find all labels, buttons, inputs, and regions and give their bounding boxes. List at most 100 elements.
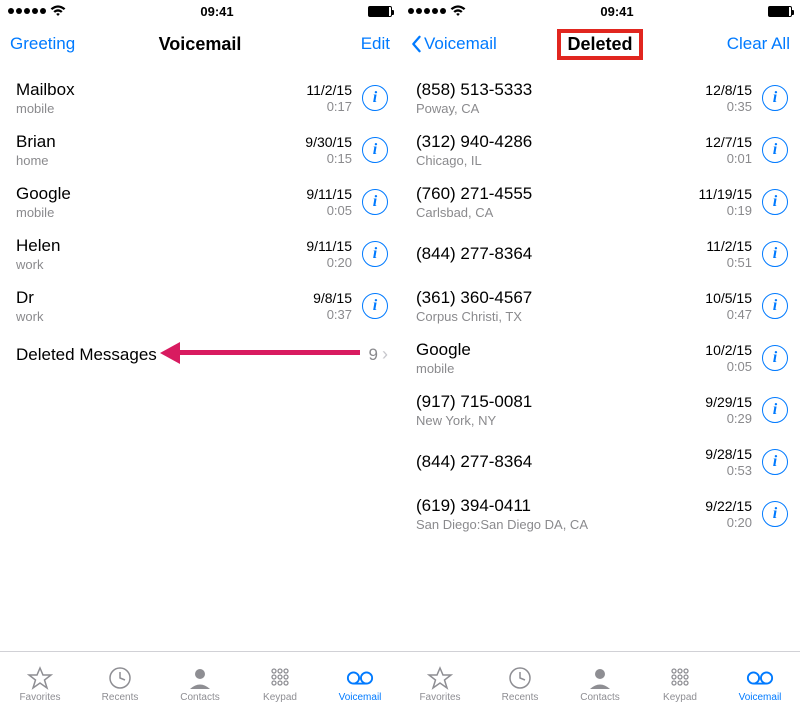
- deleted-messages-row[interactable]: Deleted Messages9›: [0, 332, 400, 377]
- caller-sub: work: [16, 257, 306, 272]
- vm-date: 9/11/15: [306, 186, 352, 202]
- wifi-icon: [450, 5, 466, 17]
- caller-sub: mobile: [16, 205, 306, 220]
- edit-button[interactable]: Edit: [361, 34, 390, 54]
- info-icon[interactable]: i: [762, 189, 788, 215]
- greeting-button[interactable]: Greeting: [10, 34, 75, 54]
- status-time: 09:41: [600, 4, 633, 19]
- tab-recents[interactable]: Recents: [88, 666, 152, 703]
- vm-duration: 0:20: [705, 515, 752, 530]
- list-item[interactable]: (619) 394-0411San Diego:San Diego DA, CA…: [400, 488, 800, 540]
- vm-date: 9/30/15: [305, 134, 352, 150]
- list-item[interactable]: Brianhome9/30/150:15i: [0, 124, 400, 176]
- info-icon[interactable]: i: [362, 85, 388, 111]
- list-item[interactable]: (844) 277-836411/2/150:51i: [400, 228, 800, 280]
- caller-sub: home: [16, 153, 305, 168]
- info-icon[interactable]: i: [762, 345, 788, 371]
- contacts-icon: [186, 666, 214, 690]
- vm-duration: 0:47: [705, 307, 752, 322]
- battery-icon: [768, 6, 792, 17]
- tab-label: Keypad: [663, 692, 697, 703]
- vm-date: 12/7/15: [705, 134, 752, 150]
- status-time: 09:41: [200, 4, 233, 19]
- caller-name: Dr: [16, 288, 313, 308]
- recents-icon: [106, 666, 134, 690]
- back-button[interactable]: Voicemail: [410, 34, 497, 54]
- tab-bar: Favorites Recents Contacts Keypad Voicemail: [400, 651, 800, 707]
- list-item[interactable]: (858) 513-5333Poway, CA12/8/150:35i: [400, 72, 800, 124]
- info-icon[interactable]: i: [362, 189, 388, 215]
- list-item[interactable]: Mailboxmobile11/2/150:17i: [0, 72, 400, 124]
- tab-keypad[interactable]: Keypad: [648, 666, 712, 703]
- caller-name: Google: [416, 340, 705, 360]
- vm-duration: 0:19: [699, 203, 752, 218]
- vm-duration: 0:01: [705, 151, 752, 166]
- info-icon[interactable]: i: [762, 137, 788, 163]
- info-icon[interactable]: i: [762, 449, 788, 475]
- tab-label: Voicemail: [339, 692, 382, 703]
- vm-date: 11/2/15: [306, 82, 352, 98]
- info-icon[interactable]: i: [762, 293, 788, 319]
- vm-date: 9/28/15: [705, 446, 752, 462]
- tab-label: Recents: [102, 692, 139, 703]
- list-item[interactable]: Drwork9/8/150:37i: [0, 280, 400, 332]
- clear-all-button[interactable]: Clear All: [727, 34, 790, 54]
- info-icon[interactable]: i: [762, 85, 788, 111]
- tab-recents[interactable]: Recents: [488, 666, 552, 703]
- caller-name: (760) 271-4555: [416, 184, 699, 204]
- phone-voicemail: 09:41 Greeting Voicemail Edit Mailboxmob…: [0, 0, 400, 707]
- list-item[interactable]: (760) 271-4555Carlsbad, CA11/19/150:19i: [400, 176, 800, 228]
- vm-duration: 0:05: [705, 359, 752, 374]
- vm-duration: 0:15: [305, 151, 352, 166]
- tab-voicemail[interactable]: Voicemail: [328, 666, 392, 703]
- vm-date: 9/29/15: [705, 394, 752, 410]
- vm-duration: 0:20: [306, 255, 352, 270]
- tab-label: Keypad: [263, 692, 297, 703]
- vm-duration: 0:51: [706, 255, 752, 270]
- caller-name: (361) 360-4567: [416, 288, 705, 308]
- tab-label: Voicemail: [739, 692, 782, 703]
- caller-name: Helen: [16, 236, 306, 256]
- list-item[interactable]: Googlemobile10/2/150:05i: [400, 332, 800, 384]
- info-icon[interactable]: i: [362, 137, 388, 163]
- tab-favorites[interactable]: Favorites: [408, 666, 472, 703]
- caller-name: (844) 277-8364: [416, 244, 706, 264]
- info-icon[interactable]: i: [362, 293, 388, 319]
- vm-date: 9/22/15: [705, 498, 752, 514]
- caller-sub: San Diego:San Diego DA, CA: [416, 517, 705, 532]
- tab-keypad[interactable]: Keypad: [248, 666, 312, 703]
- tab-label: Contacts: [580, 692, 619, 703]
- caller-name: (917) 715-0081: [416, 392, 705, 412]
- list-item[interactable]: (312) 940-4286Chicago, IL12/7/150:01 i: [400, 124, 800, 176]
- caller-name: (619) 394-0411: [416, 496, 705, 516]
- vm-date: 11/19/15: [699, 186, 752, 202]
- recents-icon: [506, 666, 534, 690]
- list-item[interactable]: Googlemobile9/11/150:05i: [0, 176, 400, 228]
- keypad-icon: [666, 666, 694, 690]
- tab-voicemail[interactable]: Voicemail: [728, 666, 792, 703]
- battery-icon: [368, 6, 392, 17]
- navbar: Greeting Voicemail Edit: [0, 22, 400, 66]
- list-item[interactable]: Helenwork9/11/150:20i: [0, 228, 400, 280]
- voicemail-list: Mailboxmobile11/2/150:17iBrianhome9/30/1…: [0, 66, 400, 651]
- info-icon[interactable]: i: [762, 501, 788, 527]
- tab-contacts[interactable]: Contacts: [568, 666, 632, 703]
- info-icon[interactable]: i: [762, 241, 788, 267]
- caller-name: (312) 940-4286: [416, 132, 705, 152]
- contacts-icon: [586, 666, 614, 690]
- list-item[interactable]: (917) 715-0081New York, NY9/29/150:29i: [400, 384, 800, 436]
- tab-favorites[interactable]: Favorites: [8, 666, 72, 703]
- list-item[interactable]: (361) 360-4567Corpus Christi, TX10/5/150…: [400, 280, 800, 332]
- info-icon[interactable]: i: [362, 241, 388, 267]
- tab-label: Contacts: [180, 692, 219, 703]
- vm-duration: 0:29: [705, 411, 752, 426]
- caller-sub: Chicago, IL: [416, 153, 705, 168]
- caller-name: (858) 513-5333: [416, 80, 705, 100]
- signal-dots-icon: [408, 8, 446, 14]
- signal-dots-icon: [8, 8, 46, 14]
- list-item[interactable]: (844) 277-83649/28/150:53i: [400, 436, 800, 488]
- info-icon[interactable]: i: [762, 397, 788, 423]
- tab-contacts[interactable]: Contacts: [168, 666, 232, 703]
- page-title: Voicemail: [159, 34, 242, 55]
- vm-duration: 0:05: [306, 203, 352, 218]
